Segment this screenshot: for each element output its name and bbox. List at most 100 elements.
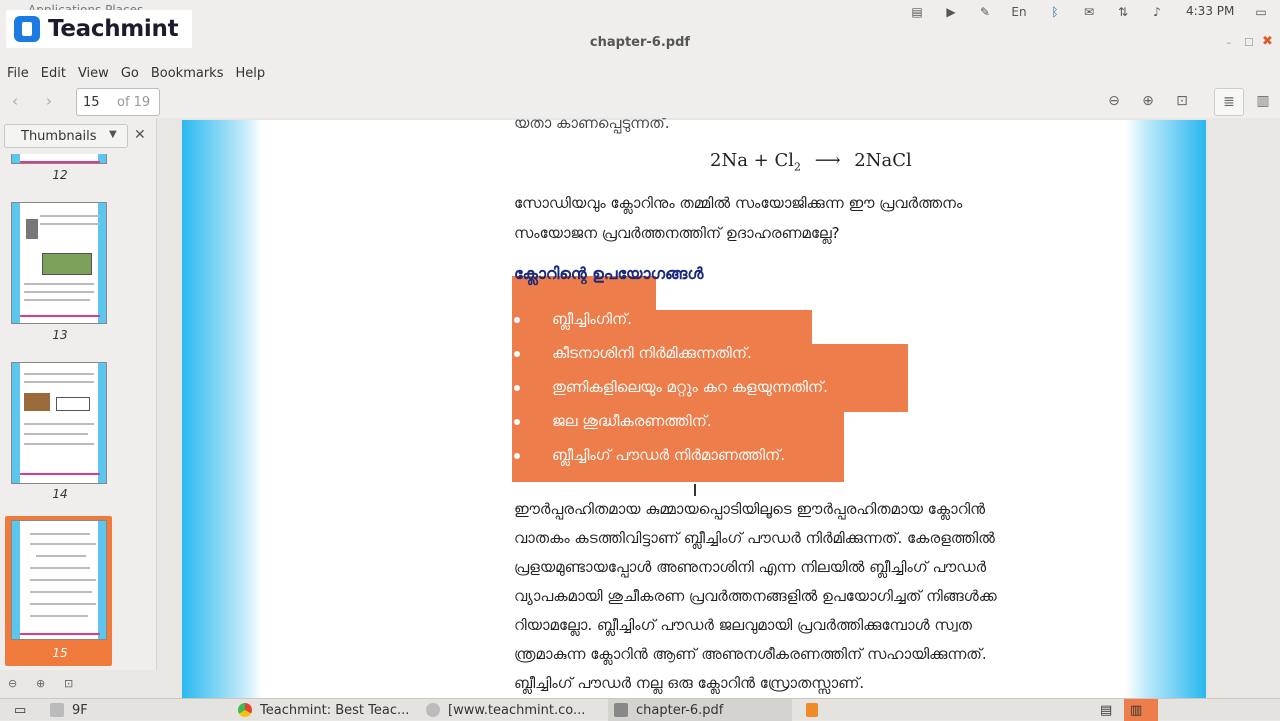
taskbar-item-terminal[interactable]: 9F xyxy=(44,699,224,721)
bullet-icon xyxy=(514,350,520,357)
text-line: ഈർപ്പരഹിതമായ കുമ്മായപ്പൊടിയിലൂടെ ഈർപ്പരഹ… xyxy=(514,500,986,518)
equation-subscript: 2 xyxy=(794,160,801,174)
teachmint-logo-text: Teachmint xyxy=(48,16,179,42)
thumb-zoom-in-icon[interactable]: ⊕ xyxy=(36,677,45,690)
file-manager-icon[interactable] xyxy=(800,699,826,721)
thumbnail-page-12[interactable] xyxy=(11,154,107,164)
text-line: റിയാമല്ലോ. ബ്ലീച്ചിംഗ് പൗഡർ ജലവുമായി പ്ര… xyxy=(514,616,972,634)
teachmint-logo-icon xyxy=(14,16,40,42)
menu-help[interactable]: Help xyxy=(235,62,265,86)
chevron-down-icon: ▼ xyxy=(109,129,117,140)
thumbnail-number: 14 xyxy=(52,487,68,501)
zoom-in-icon[interactable]: ⊕ xyxy=(1138,93,1158,109)
thumbnail-sidebar: Thumbnails ▼ ✕ 12 13 14 15 ⊖ ⊕ ⊡ xyxy=(0,118,157,690)
text-line: ബ്ലീച്ചിംഗ് പൗഡർ നല്ല ഒരു ക്ലോറിൻ സ്രോതസ… xyxy=(514,674,865,692)
taskbar-label: chapter-6.pdf xyxy=(636,702,724,718)
reaction-arrow: ⟶ xyxy=(814,150,841,171)
fit-page-icon[interactable]: ⊡ xyxy=(1172,93,1192,109)
maximize-icon[interactable]: ☐ xyxy=(1244,36,1254,49)
chrome-icon xyxy=(238,703,252,717)
next-page-icon[interactable]: › xyxy=(46,92,52,110)
menu-view[interactable]: View xyxy=(78,62,109,86)
keyboard-layout-indicator[interactable]: En xyxy=(1008,2,1030,22)
menu-go[interactable]: Go xyxy=(121,62,139,86)
page-left-border xyxy=(182,120,262,698)
teachmint-logo: Teachmint xyxy=(6,10,192,48)
menu-bar: File Edit View Go Bookmarks Help xyxy=(0,62,1280,86)
window-title: chapter-6.pdf xyxy=(589,35,691,50)
bullet-item: ബ്ലീച്ചിംഗ് പൗഡർ നിർമാണത്തിന്. xyxy=(514,446,785,464)
continuous-view-icon: ≣ xyxy=(1223,94,1235,110)
dual-page-icon[interactable]: ▥ xyxy=(1253,93,1273,109)
page-right-border xyxy=(1126,120,1206,698)
menu-edit[interactable]: Edit xyxy=(41,62,66,86)
display-icon[interactable]: ▭ xyxy=(1250,2,1272,22)
document-icon xyxy=(614,703,628,717)
page-number-input[interactable]: 15 of 19 xyxy=(76,88,160,116)
thumbnail-page-13[interactable] xyxy=(11,202,107,324)
thumbnail-page-15[interactable] xyxy=(11,520,107,640)
continuous-view-button[interactable]: ≣ xyxy=(1214,88,1244,116)
thumbnail-number: 13 xyxy=(52,328,68,342)
bullet-item: ബ്ലീച്ചിംഗിന്. xyxy=(514,310,632,328)
bullet-icon xyxy=(514,452,520,459)
network-icon[interactable]: ⇅ xyxy=(1112,2,1134,22)
window-title-bar: chapter-6.pdf – ☐ ✖ xyxy=(0,24,1280,62)
chrome-icon xyxy=(426,703,440,717)
bullet-item: തുണികളിലെയും മറ്റും കറ കളയുന്നതിന്. xyxy=(514,378,828,396)
menu-file[interactable]: File xyxy=(7,62,29,86)
system-panel: Applications Places ▤ ▶ ✎ En ᛒ ✉ ⇅ ♪ 4:3… xyxy=(0,0,1280,24)
thumb-zoom-out-icon[interactable]: ⊖ xyxy=(8,677,17,690)
taskbar-item-pdf-viewer[interactable]: chapter-6.pdf xyxy=(608,699,792,721)
equation-rhs: 2NaCl xyxy=(854,150,912,171)
bluetooth-icon[interactable]: ᛒ xyxy=(1044,2,1066,22)
thumbnail-page-14[interactable] xyxy=(11,362,107,484)
workspace-2-icon[interactable]: ▥ xyxy=(1124,699,1158,721)
thumbnail-number: 12 xyxy=(52,168,68,182)
pen-icon[interactable]: ✎ xyxy=(974,2,996,22)
toolbar: ‹ › 15 of 19 ⊖ ⊕ ⊡ ≣ ▥ xyxy=(0,86,1280,118)
sidebar-view-select[interactable]: Thumbnails ▼ xyxy=(4,124,128,148)
thumbnail-number-active: 15 xyxy=(52,646,68,660)
close-icon[interactable]: ✖ xyxy=(1262,34,1273,49)
section-heading: ക്ലോറിന്റെ ഉപയോഗങ്ങൾ xyxy=(514,264,704,283)
notes-icon[interactable]: ▤ xyxy=(906,2,928,22)
thumb-fit-icon[interactable]: ⊡ xyxy=(64,677,73,690)
sidebar-zoom-controls: ⊖ ⊕ ⊡ xyxy=(0,674,157,696)
bullet-item: ജല ശുദ്ധീകരണത്തിന്. xyxy=(514,412,712,430)
sidebar-close-icon[interactable]: ✕ xyxy=(134,127,146,143)
taskbar-item-chrome-teachmint-site[interactable]: [www.teachmint.co... xyxy=(420,699,600,721)
text-line: സോഡിയവും ക്ലോറിനും തമ്മിൽ സംയോജിക്കുന്ന … xyxy=(514,194,963,212)
pdf-page: യതാ കാണപ്പെടുന്നത്. 2Na + Cl2 ⟶ 2NaCl സോ… xyxy=(182,118,1206,698)
video-icon[interactable]: ▶ xyxy=(940,2,962,22)
text-line: യതാ കാണപ്പെടുന്നത്. xyxy=(514,118,670,132)
current-page[interactable]: 15 xyxy=(83,95,100,110)
text-line: സംയോജന പ്രവർത്തനത്തിന് ഉദാഹരണമല്ലേ? xyxy=(514,224,840,242)
taskbar-label: 9F xyxy=(72,702,88,718)
taskbar-label: Teachmint: Best Teac... xyxy=(260,702,410,718)
menu-bookmarks[interactable]: Bookmarks xyxy=(151,62,224,86)
bullet-icon xyxy=(514,418,520,425)
taskbar: ▭ 9F Teachmint: Best Teac... [www.teachm… xyxy=(0,698,1280,721)
text-line: ന്ത്രമാകുന്ന ക്ലോറിൻ ആണ് അണുനശീകരണത്തിന്… xyxy=(514,645,987,663)
page-count: of 19 xyxy=(117,95,151,110)
clock[interactable]: 4:33 PM xyxy=(1186,4,1234,18)
workspace-1-icon[interactable]: ▤ xyxy=(1094,699,1116,721)
text-line: വാതകം കടത്തിവിട്ടാണ് ബ്ലീച്ചിംഗ് പൗഡർ നി… xyxy=(514,529,995,547)
bullet-icon xyxy=(514,316,520,323)
bullet-icon xyxy=(514,384,520,391)
volume-icon[interactable]: ♪ xyxy=(1146,2,1168,22)
show-desktop-icon[interactable]: ▭ xyxy=(8,699,28,721)
chemical-equation: 2Na + Cl2 ⟶ 2NaCl xyxy=(710,150,912,174)
taskbar-item-chrome-teachmint[interactable]: Teachmint: Best Teac... xyxy=(232,699,412,721)
equation-lhs: 2Na + Cl xyxy=(710,150,794,171)
previous-page-icon[interactable]: ‹ xyxy=(12,92,18,110)
text-cursor-icon xyxy=(694,484,696,496)
text-line: പ്രളയമുണ്ടായപ്പോൾ അണുനാശിനി എന്ന നിലയിൽ … xyxy=(514,558,987,576)
window-icon xyxy=(50,703,64,717)
minimize-icon[interactable]: – xyxy=(1226,36,1232,49)
sidebar-view-label: Thumbnails xyxy=(21,129,97,144)
document-view[interactable]: യതാ കാണപ്പെടുന്നത്. 2Na + Cl2 ⟶ 2NaCl സോ… xyxy=(158,118,1280,698)
zoom-out-icon[interactable]: ⊖ xyxy=(1104,93,1124,109)
mail-icon[interactable]: ✉ xyxy=(1078,2,1100,22)
